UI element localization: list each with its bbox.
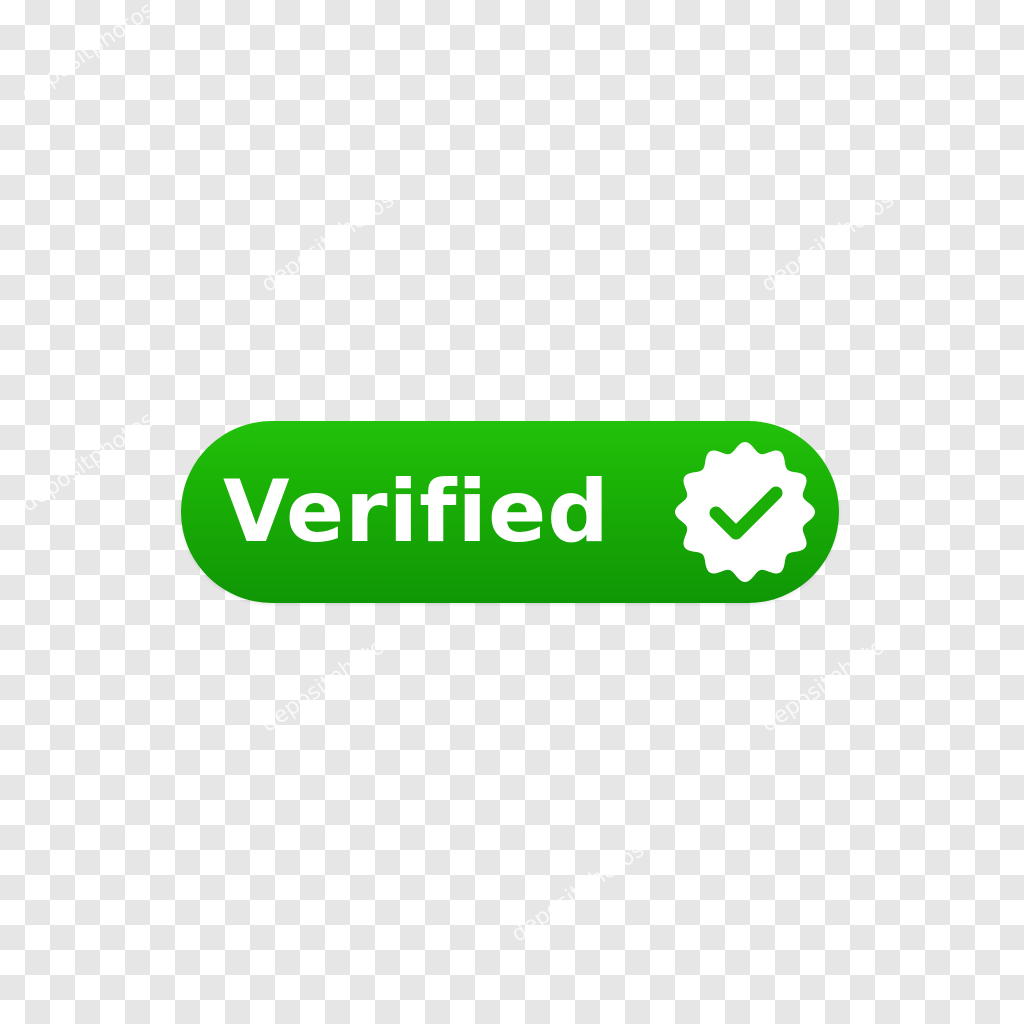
watermark: depositphotos — [16, 0, 160, 108]
verified-badge: Verified — [181, 421, 839, 603]
watermark: depositphotos — [756, 627, 900, 738]
watermark: depositphotos — [756, 187, 900, 298]
check-seal-icon — [668, 435, 822, 589]
watermark: depositphotos — [506, 837, 650, 948]
watermark: depositphotos — [16, 407, 160, 518]
watermark: depositphotos — [256, 187, 400, 298]
badge-label: Verified — [223, 462, 610, 562]
watermark: depositphotos — [256, 627, 400, 738]
